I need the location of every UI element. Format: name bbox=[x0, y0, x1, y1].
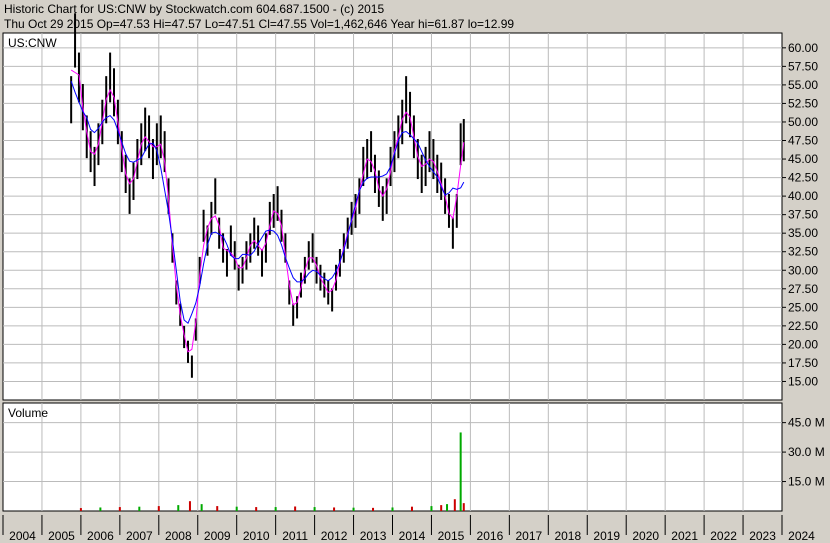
volume-bar bbox=[446, 504, 449, 511]
x-tick-label: 2012 bbox=[321, 529, 348, 543]
price-y-tick-label: 30.00 bbox=[788, 263, 818, 277]
x-tick-label: 2021 bbox=[671, 529, 698, 543]
volume-bar bbox=[410, 506, 413, 511]
volume-bar bbox=[313, 507, 316, 511]
price-y-tick-label: 32.50 bbox=[788, 245, 818, 259]
volume-bar bbox=[200, 504, 203, 511]
price-y-tick-label: 50.00 bbox=[788, 115, 818, 129]
volume-y-tick-label: 30.0 M bbox=[788, 445, 825, 459]
price-y-tick-label: 52.50 bbox=[788, 96, 818, 110]
volume-bar bbox=[352, 507, 355, 511]
volume-bar bbox=[118, 507, 121, 511]
volume-bar bbox=[177, 505, 180, 511]
x-tick-label: 2005 bbox=[48, 529, 75, 543]
x-tick-label: 2019 bbox=[593, 529, 620, 543]
price-y-tick-label: 27.50 bbox=[788, 282, 818, 296]
price-y-tick-label: 22.50 bbox=[788, 319, 818, 333]
price-y-tick-label: 55.00 bbox=[788, 78, 818, 92]
volume-bar bbox=[459, 432, 462, 511]
x-tick-label: 2006 bbox=[87, 529, 114, 543]
price-panel-title: US:CNW bbox=[8, 36, 57, 50]
volume-panel-title: Volume bbox=[8, 406, 48, 420]
x-tick-label: 2016 bbox=[477, 529, 504, 543]
historic-chart: 15.00 17.50 20.00 22.50 25.00 27.50 30.00 32.50… bbox=[2, 13, 825, 543]
x-tick-label: 2023 bbox=[749, 529, 776, 543]
volume-bar bbox=[274, 507, 277, 511]
x-tick-label: 2004 bbox=[9, 529, 36, 543]
volume-y-tick-label: 45.0 M bbox=[788, 416, 825, 430]
volume-bar bbox=[255, 507, 258, 511]
price-y-tick-label: 20.00 bbox=[788, 337, 818, 351]
price-panel: 15.00 17.50 20.00 22.50 25.00 27.50 30.00 32.50… bbox=[2, 13, 818, 401]
volume-bar bbox=[440, 505, 443, 511]
x-tick-label: 2018 bbox=[554, 529, 581, 543]
x-axis: 2004 2005 2006 2007 2008 2009 2010 2011 2012 2013… bbox=[2, 515, 815, 543]
volume-bar bbox=[138, 506, 141, 511]
price-y-tick-label: 47.50 bbox=[788, 134, 818, 148]
x-tick-label: 2009 bbox=[204, 529, 231, 543]
price-y-tick-label: 17.50 bbox=[788, 356, 818, 370]
volume-bar bbox=[216, 506, 219, 511]
x-tick-label: 2013 bbox=[360, 529, 387, 543]
x-tick-label: 2017 bbox=[515, 529, 542, 543]
volume-bar bbox=[294, 506, 297, 511]
volume-bar bbox=[430, 506, 433, 511]
price-y-tick-label: 37.50 bbox=[788, 208, 818, 222]
price-y-tick-label: 42.50 bbox=[788, 171, 818, 185]
x-tick-label: 2007 bbox=[126, 529, 153, 543]
volume-y-tick-label: 15.0 M bbox=[788, 475, 825, 489]
x-tick-label: 2010 bbox=[243, 529, 270, 543]
price-y-tick-label: 57.50 bbox=[788, 59, 818, 73]
price-y-tick-label: 15.00 bbox=[788, 374, 818, 388]
volume-bar bbox=[99, 507, 102, 511]
volume-panel: Volume 15.0 M 30.0 M 45.0 M bbox=[2, 402, 825, 512]
volume-bar bbox=[462, 503, 465, 511]
volume-bar bbox=[391, 507, 394, 511]
volume-bar bbox=[79, 508, 82, 511]
volume-bar bbox=[157, 506, 160, 511]
x-tick-label: 2011 bbox=[282, 529, 308, 543]
volume-bar bbox=[235, 506, 238, 511]
x-tick-label: 2014 bbox=[399, 529, 426, 543]
price-y-tick-label: 25.00 bbox=[788, 300, 818, 314]
price-y-tick-label: 40.00 bbox=[788, 189, 818, 203]
x-tick-label: 2022 bbox=[710, 529, 737, 543]
x-tick-label: 2020 bbox=[632, 529, 659, 543]
price-y-tick-label: 60.00 bbox=[788, 41, 818, 55]
volume-bar bbox=[333, 507, 336, 511]
price-y-tick-label: 35.00 bbox=[788, 226, 818, 240]
x-tick-label: 2024 bbox=[788, 529, 815, 543]
volume-bar bbox=[372, 507, 375, 511]
volume-bar bbox=[453, 499, 456, 511]
volume-bar bbox=[188, 501, 191, 511]
price-y-tick-label: 45.00 bbox=[788, 152, 818, 166]
x-tick-label: 2008 bbox=[165, 529, 192, 543]
x-tick-label: 2015 bbox=[438, 529, 465, 543]
